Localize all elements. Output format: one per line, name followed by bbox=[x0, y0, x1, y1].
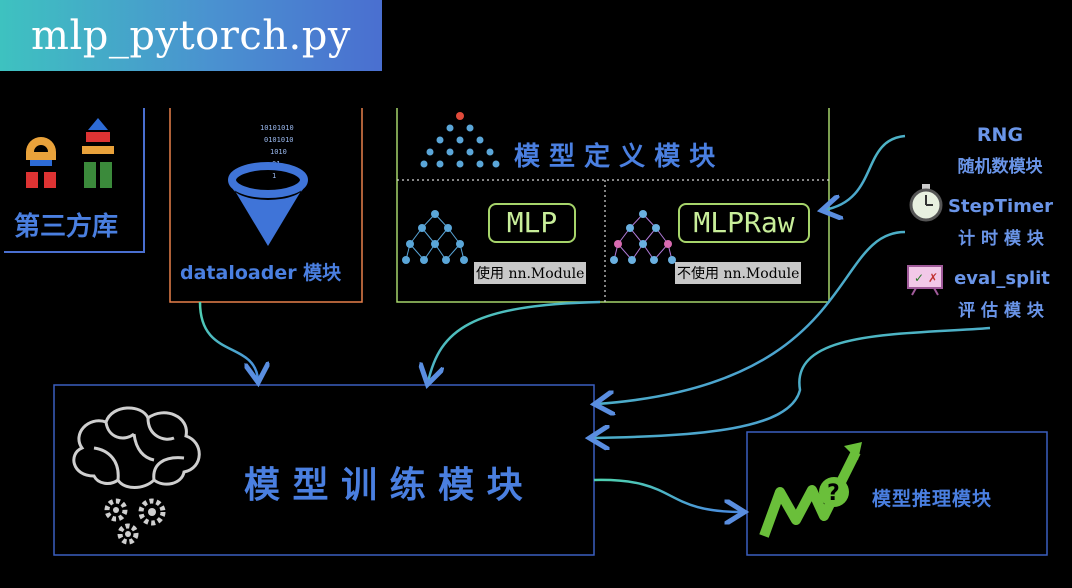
steptimer-name: StepTimer bbox=[948, 196, 1053, 217]
svg-text:10101010: 10101010 bbox=[260, 124, 294, 132]
arrow-modeldef-to-training bbox=[428, 300, 601, 382]
mlpraw-class-badge: MLPRaw bbox=[678, 203, 810, 243]
brain-gears-icon bbox=[64, 398, 210, 548]
arrow-evalsplit-to-training bbox=[592, 326, 991, 438]
stopwatch-icon bbox=[908, 184, 944, 222]
model-def-label: 模 型 定 义 模 块 bbox=[514, 142, 716, 172]
mlpraw-caption: 不使用 nn.Module bbox=[675, 262, 802, 284]
network-icon-mlpraw bbox=[610, 208, 676, 268]
svg-text:0101010: 0101010 bbox=[264, 136, 294, 144]
mlp-class-badge: MLP bbox=[488, 203, 576, 243]
svg-text:1: 1 bbox=[272, 172, 276, 180]
evaluation-board-icon: ✓ ✗ bbox=[906, 262, 944, 296]
svg-text:1010: 1010 bbox=[270, 148, 287, 156]
svg-text:?: ? bbox=[827, 481, 840, 506]
rng-desc: 随机数模块 bbox=[957, 157, 1043, 177]
arrow-rng-to-mlpraw bbox=[824, 134, 906, 210]
rng-name: RNG bbox=[976, 124, 1024, 146]
funnel-icon: 10101010 0101010 1010 01 1 bbox=[222, 116, 312, 248]
steptimer-desc: 计 时 模 块 bbox=[958, 229, 1044, 249]
arrow-training-to-inference bbox=[593, 478, 742, 512]
svg-text:✓: ✓ bbox=[914, 271, 924, 285]
third-party-label: 第三方库 bbox=[14, 212, 119, 242]
inference-label: 模型推理模块 bbox=[872, 488, 993, 510]
third-party-icon bbox=[22, 116, 122, 192]
svg-text:✗: ✗ bbox=[928, 271, 938, 285]
inference-chart-icon: ? bbox=[758, 440, 864, 544]
network-icon-mlp bbox=[402, 208, 468, 268]
evalsplit-desc: 评 估 模 块 bbox=[958, 301, 1044, 321]
mlp-caption: 使用 nn.Module bbox=[474, 262, 587, 284]
dataloader-label: dataloader 模块 bbox=[180, 262, 342, 284]
training-label: 模 型 训 练 模 块 bbox=[244, 465, 523, 506]
network-icon-header bbox=[420, 110, 500, 172]
arrow-dataloader-to-training bbox=[198, 301, 258, 380]
evalsplit-name: eval_split bbox=[954, 268, 1050, 289]
